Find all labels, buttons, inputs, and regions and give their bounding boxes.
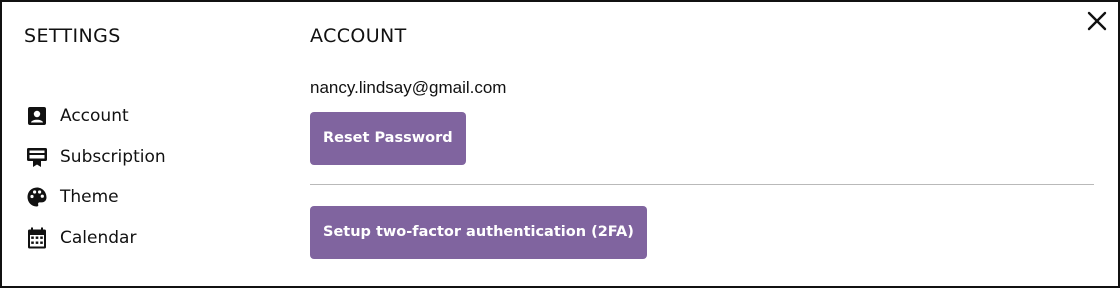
settings-dialog: SETTINGS Account Subscription Theme Cale… xyxy=(0,0,1120,288)
sidebar-title: SETTINGS xyxy=(24,25,121,47)
account-panel: ACCOUNT nancy.lindsay@gmail.com Reset Pa… xyxy=(310,24,1094,259)
sidebar-item-account[interactable]: Account xyxy=(26,96,166,137)
sidebar-item-label: Account xyxy=(60,106,129,127)
calendar-icon xyxy=(26,227,48,249)
divider xyxy=(310,184,1094,185)
subscription-card-icon xyxy=(26,146,48,168)
account-box-icon xyxy=(26,105,48,127)
sidebar-item-calendar[interactable]: Calendar xyxy=(26,218,166,259)
sidebar-item-label: Theme xyxy=(60,187,119,208)
sidebar-item-label: Subscription xyxy=(60,146,166,167)
reset-password-button[interactable]: Reset Password xyxy=(310,112,466,165)
palette-icon xyxy=(26,186,48,208)
settings-sidebar: SETTINGS Account Subscription Theme Cale… xyxy=(24,24,284,249)
sidebar-item-label: Calendar xyxy=(60,227,137,248)
sidebar-item-theme[interactable]: Theme xyxy=(26,177,166,218)
account-email: nancy.lindsay@gmail.com xyxy=(310,78,507,97)
sidebar-item-subscription[interactable]: Subscription xyxy=(26,137,166,178)
page-title: ACCOUNT xyxy=(310,25,407,47)
settings-nav: Account Subscription Theme Calendar xyxy=(26,96,166,258)
setup-2fa-button[interactable]: Setup two-factor authentication (2FA) xyxy=(310,206,647,259)
